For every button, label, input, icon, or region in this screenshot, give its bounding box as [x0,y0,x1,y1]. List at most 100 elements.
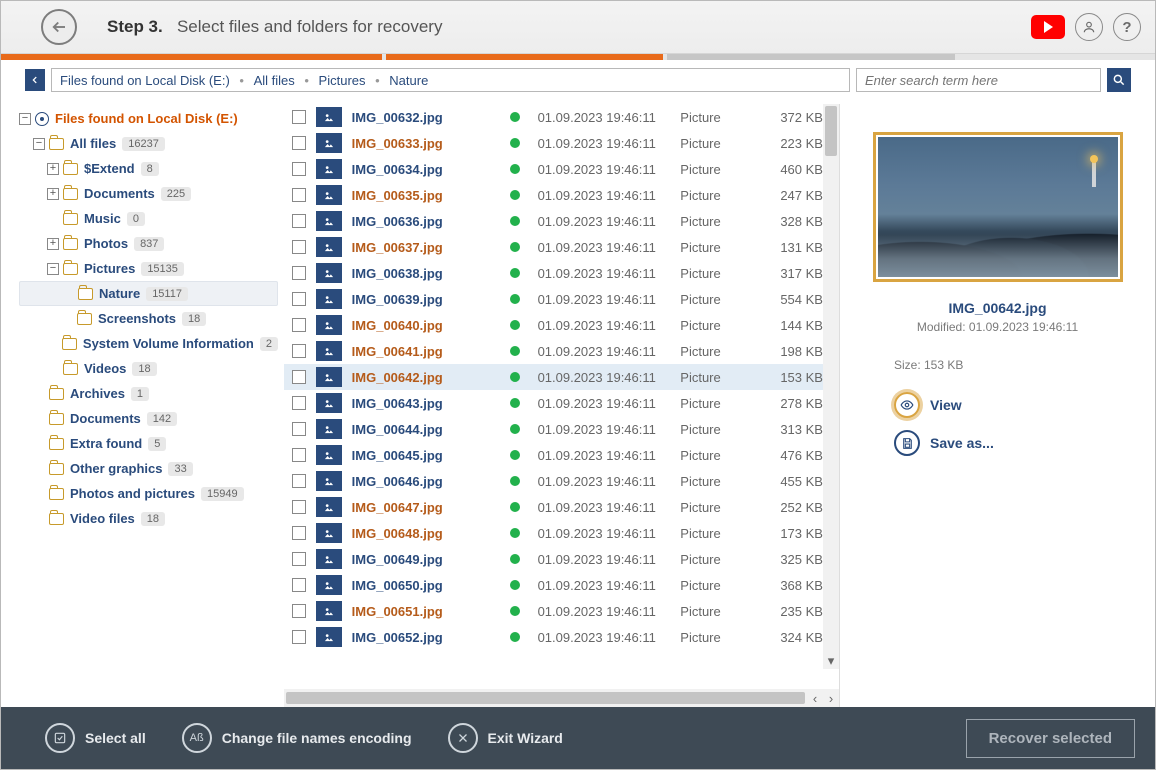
table-row[interactable]: IMG_00632.jpg01.09.2023 19:46:11Picture3… [284,104,823,130]
row-checkbox[interactable] [292,266,306,280]
row-checkbox[interactable] [292,370,306,384]
tree-other-graphics[interactable]: Other graphics 33 [19,456,278,481]
disk-icon [35,112,49,126]
tree-pictures[interactable]: − Pictures 15135 [19,256,278,281]
file-type: Picture [680,162,757,177]
breadcrumb-part[interactable]: Pictures [319,73,366,88]
scroll-left-icon[interactable]: ‹ [807,690,823,706]
table-row[interactable]: IMG_00648.jpg01.09.2023 19:46:11Picture1… [284,520,823,546]
row-checkbox[interactable] [292,318,306,332]
file-type: Picture [680,526,757,541]
row-checkbox[interactable] [292,292,306,306]
picture-icon [316,133,342,153]
table-row[interactable]: IMG_00652.jpg01.09.2023 19:46:11Picture3… [284,624,823,650]
table-row[interactable]: IMG_00641.jpg01.09.2023 19:46:11Picture1… [284,338,823,364]
youtube-icon[interactable] [1031,15,1065,39]
tree-photos[interactable]: + Photos 837 [19,231,278,256]
status-dot [510,294,520,304]
breadcrumb-back-button[interactable] [25,69,45,91]
folder-icon [49,438,64,450]
select-all-button[interactable]: Select all [45,723,146,753]
recover-selected-button[interactable]: Recover selected [966,719,1135,758]
table-row[interactable]: IMG_00638.jpg01.09.2023 19:46:11Picture3… [284,260,823,286]
table-row[interactable]: IMG_00645.jpg01.09.2023 19:46:11Picture4… [284,442,823,468]
search-input[interactable] [856,68,1101,92]
picture-icon [316,367,342,387]
scroll-right-icon[interactable]: › [823,690,839,706]
table-row[interactable]: IMG_00642.jpg01.09.2023 19:46:11Picture1… [284,364,823,390]
file-name: IMG_00639.jpg [352,292,492,307]
table-row[interactable]: IMG_00635.jpg01.09.2023 19:46:11Picture2… [284,182,823,208]
row-checkbox[interactable] [292,552,306,566]
save-as-button[interactable]: Save as... [894,430,994,456]
tree-videos[interactable]: Videos 18 [19,356,278,381]
table-row[interactable]: IMG_00643.jpg01.09.2023 19:46:11Picture2… [284,390,823,416]
tree-nature[interactable]: Nature 15117 [19,281,278,306]
tree-svi[interactable]: System Volume Information 2 [19,331,278,356]
row-checkbox[interactable] [292,110,306,124]
row-checkbox[interactable] [292,344,306,358]
row-checkbox[interactable] [292,448,306,462]
search-button[interactable] [1107,68,1131,92]
help-icon[interactable]: ? [1113,13,1141,41]
file-name: IMG_00642.jpg [352,370,492,385]
table-row[interactable]: IMG_00647.jpg01.09.2023 19:46:11Picture2… [284,494,823,520]
table-row[interactable]: IMG_00650.jpg01.09.2023 19:46:11Picture3… [284,572,823,598]
file-type: Picture [680,578,757,593]
table-row[interactable]: IMG_00633.jpg01.09.2023 19:46:11Picture2… [284,130,823,156]
tree-documents-cat[interactable]: Documents 142 [19,406,278,431]
file-type: Picture [680,552,757,567]
row-checkbox[interactable] [292,214,306,228]
file-name: IMG_00643.jpg [352,396,492,411]
table-row[interactable]: IMG_00637.jpg01.09.2023 19:46:11Picture1… [284,234,823,260]
horizontal-scrollbar[interactable]: ‹ › [284,689,839,707]
row-checkbox[interactable] [292,422,306,436]
change-encoding-button[interactable]: Aß Change file names encoding [182,723,412,753]
row-checkbox[interactable] [292,500,306,514]
status-dot [510,476,520,486]
scroll-down-icon[interactable]: ▾ [823,653,839,669]
vertical-scrollbar[interactable]: ▾ [823,104,839,669]
save-icon [894,430,920,456]
view-button[interactable]: View [894,392,962,418]
back-button[interactable] [41,9,77,45]
tree-photos-pictures[interactable]: Photos and pictures 15949 [19,481,278,506]
tree-root[interactable]: − Files found on Local Disk (E:) [19,106,278,131]
row-checkbox[interactable] [292,604,306,618]
account-icon[interactable] [1075,13,1103,41]
tree-extend[interactable]: + $Extend 8 [19,156,278,181]
table-row[interactable]: IMG_00636.jpg01.09.2023 19:46:11Picture3… [284,208,823,234]
row-checkbox[interactable] [292,396,306,410]
row-checkbox[interactable] [292,578,306,592]
table-row[interactable]: IMG_00649.jpg01.09.2023 19:46:11Picture3… [284,546,823,572]
table-row[interactable]: IMG_00651.jpg01.09.2023 19:46:11Picture2… [284,598,823,624]
table-row[interactable]: IMG_00644.jpg01.09.2023 19:46:11Picture3… [284,416,823,442]
row-checkbox[interactable] [292,526,306,540]
breadcrumb-part[interactable]: Files found on Local Disk (E:) [60,73,230,88]
row-checkbox[interactable] [292,630,306,644]
table-row[interactable]: IMG_00646.jpg01.09.2023 19:46:11Picture4… [284,468,823,494]
tree-documents[interactable]: + Documents 225 [19,181,278,206]
row-checkbox[interactable] [292,136,306,150]
table-row[interactable]: IMG_00640.jpg01.09.2023 19:46:11Picture1… [284,312,823,338]
table-row[interactable]: IMG_00634.jpg01.09.2023 19:46:11Picture4… [284,156,823,182]
scrollbar-thumb[interactable] [825,106,837,156]
file-date: 01.09.2023 19:46:11 [538,422,681,437]
tree-extra-found[interactable]: Extra found 5 [19,431,278,456]
row-checkbox[interactable] [292,188,306,202]
breadcrumb-part[interactable]: Nature [389,73,428,88]
table-row[interactable]: IMG_00639.jpg01.09.2023 19:46:11Picture5… [284,286,823,312]
tree-allfiles[interactable]: − All files 16237 [19,131,278,156]
tree-music[interactable]: Music 0 [19,206,278,231]
row-checkbox[interactable] [292,162,306,176]
row-checkbox[interactable] [292,240,306,254]
tree-video-files[interactable]: Video files 18 [19,506,278,531]
breadcrumb-part[interactable]: All files [254,73,295,88]
tree-screenshots[interactable]: Screenshots 18 [19,306,278,331]
tree-archives[interactable]: Archives 1 [19,381,278,406]
breadcrumb[interactable]: Files found on Local Disk (E:) • All fil… [51,68,850,92]
file-name: IMG_00635.jpg [352,188,492,203]
exit-wizard-button[interactable]: Exit Wizard [448,723,563,753]
row-checkbox[interactable] [292,474,306,488]
scrollbar-thumb[interactable] [286,692,805,704]
